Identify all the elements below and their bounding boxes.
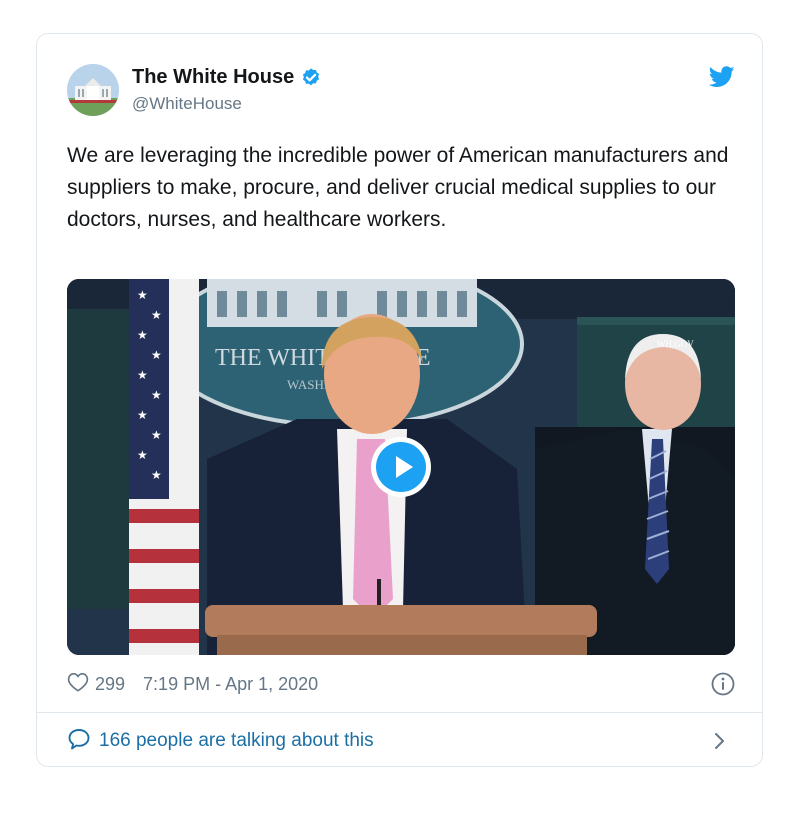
video-watermark: WH.GOV xyxy=(657,339,694,349)
heart-outline-icon xyxy=(67,672,89,697)
svg-text:★: ★ xyxy=(137,408,148,422)
verified-badge-icon xyxy=(300,67,322,89)
info-circle-icon[interactable] xyxy=(711,672,735,696)
svg-text:★: ★ xyxy=(151,348,162,362)
tweet-meta: 299 7:19 PM - Apr 1, 2020 xyxy=(67,670,735,698)
tweet-card: The White House @WhiteHouse We are lever… xyxy=(36,33,763,767)
like-button[interactable]: 299 xyxy=(67,672,125,697)
svg-text:★: ★ xyxy=(151,468,162,482)
tweet-timestamp[interactable]: 7:19 PM - Apr 1, 2020 xyxy=(143,674,318,695)
author-name-row: The White House xyxy=(132,66,322,89)
svg-text:★: ★ xyxy=(137,328,148,342)
chevron-right-icon xyxy=(713,731,727,751)
svg-text:★: ★ xyxy=(137,448,148,462)
divider xyxy=(37,712,762,713)
svg-text:★: ★ xyxy=(151,428,162,442)
svg-text:★: ★ xyxy=(137,368,148,382)
author-name[interactable]: The White House xyxy=(132,66,294,89)
tweet-header: The White House @WhiteHouse xyxy=(67,64,735,124)
svg-text:★: ★ xyxy=(137,288,148,302)
play-button[interactable] xyxy=(371,437,431,497)
twitter-bird-icon[interactable] xyxy=(708,66,735,88)
play-icon xyxy=(376,442,426,492)
conversation-text: 166 people are talking about this xyxy=(99,730,374,751)
svg-text:★: ★ xyxy=(151,308,162,322)
author-handle[interactable]: @WhiteHouse xyxy=(132,94,242,114)
avatar[interactable] xyxy=(67,64,119,116)
svg-text:★: ★ xyxy=(151,388,162,402)
like-count: 299 xyxy=(95,673,126,694)
tweet-text: We are leveraging the incredible power o… xyxy=(67,144,729,231)
tweet-video[interactable]: THE WHITE HOUSE WASHINGTON ★★★ ★★★ ★★★ ★ xyxy=(67,279,735,655)
speech-bubble-icon xyxy=(67,728,91,755)
conversation-link[interactable]: 166 people are talking about this xyxy=(67,726,735,756)
